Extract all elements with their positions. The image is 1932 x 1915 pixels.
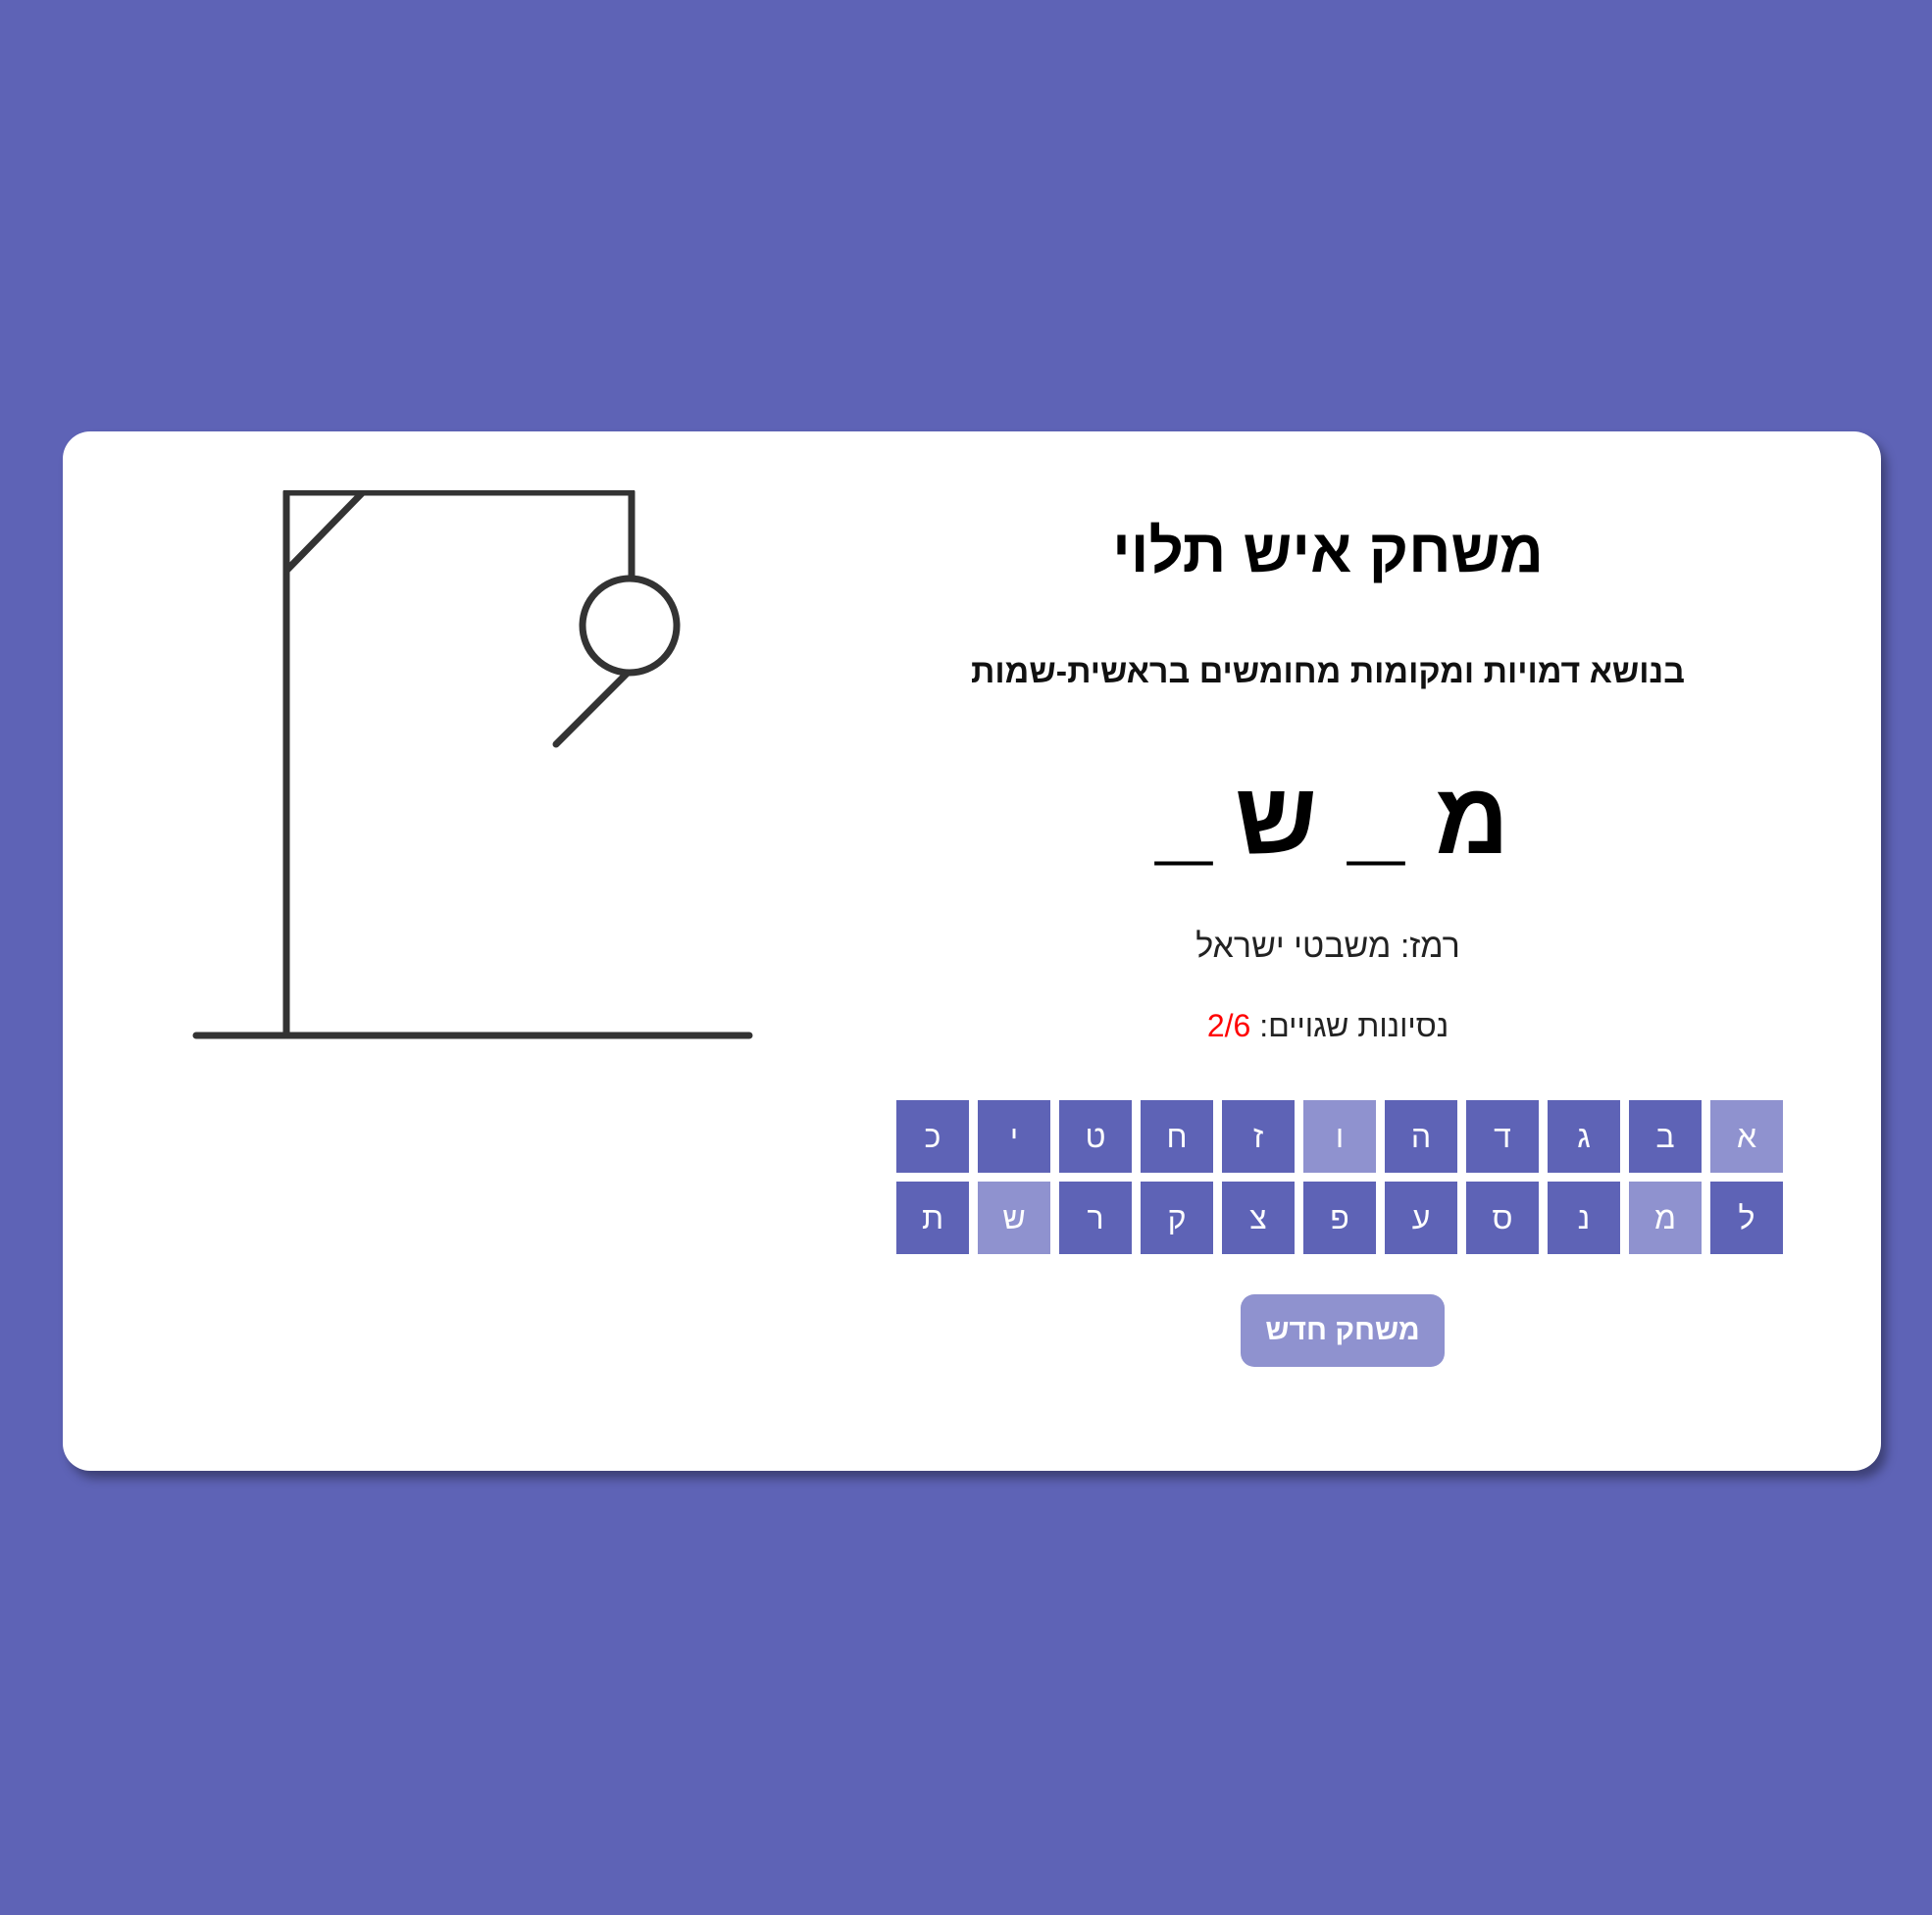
letter-key[interactable]: ס — [1466, 1182, 1539, 1254]
letter-key[interactable]: א — [1710, 1100, 1783, 1173]
letter-key[interactable]: צ — [1222, 1182, 1295, 1254]
game-title: משחק איש תלוי — [1112, 518, 1544, 585]
letter-key[interactable]: ה — [1385, 1100, 1457, 1173]
hangman-drawing — [192, 490, 753, 1039]
letter-key[interactable]: ע — [1385, 1182, 1457, 1254]
new-game-button[interactable]: משחק חדש — [1241, 1294, 1445, 1367]
letter-key[interactable]: נ — [1548, 1182, 1620, 1254]
letter-key[interactable]: ק — [1141, 1182, 1213, 1254]
letter-key[interactable]: ל — [1710, 1182, 1783, 1254]
word-slot: מ — [1435, 762, 1509, 876]
letter-key[interactable]: מ — [1629, 1182, 1702, 1254]
letter-key[interactable]: כ — [896, 1100, 969, 1173]
letter-key[interactable]: ר — [1059, 1182, 1132, 1254]
wrong-attempts-count: 2/6 — [1206, 1008, 1251, 1043]
letter-key[interactable]: ת — [896, 1182, 969, 1254]
letter-key[interactable]: ז — [1222, 1100, 1295, 1173]
word-slot: _ — [1155, 762, 1212, 876]
letter-key[interactable]: ו — [1303, 1100, 1376, 1173]
letter-key[interactable]: ש — [978, 1182, 1050, 1254]
game-panel: משחק איש תלוי בנושא דמויות ומקומות מחומש… — [818, 431, 1838, 1471]
wrong-attempts: נסיונות שגויים: 2/6 — [818, 1010, 1838, 1041]
gallows-brace — [282, 490, 367, 575]
letter-key[interactable]: ג — [1548, 1100, 1620, 1173]
letter-key[interactable]: פ — [1303, 1182, 1376, 1254]
letter-key[interactable]: ח — [1141, 1100, 1213, 1173]
letter-key[interactable]: ט — [1059, 1100, 1132, 1173]
hangman-arm — [552, 669, 632, 748]
word-display: מ _ ש _ — [818, 755, 1838, 882]
word-slot: _ — [1347, 762, 1404, 876]
letter-keyboard: אבגדהוזחטיכ למנסעפצקרשת — [896, 1100, 1783, 1254]
wrong-attempts-label: נסיונות שגויים: — [1250, 1008, 1449, 1043]
game-subtitle: בנושא דמויות ומקומות מחומשים בראשית-שמות — [971, 653, 1685, 690]
word-slot: ש — [1235, 762, 1317, 876]
game-card: משחק איש תלוי בנושא דמויות ומקומות מחומש… — [63, 431, 1881, 1471]
hint-text: רמז: משבטי ישראל — [1195, 928, 1460, 965]
letter-key[interactable]: ב — [1629, 1100, 1702, 1173]
letter-key[interactable]: ד — [1466, 1100, 1539, 1173]
hangman-head — [579, 575, 681, 677]
letter-key[interactable]: י — [978, 1100, 1050, 1173]
